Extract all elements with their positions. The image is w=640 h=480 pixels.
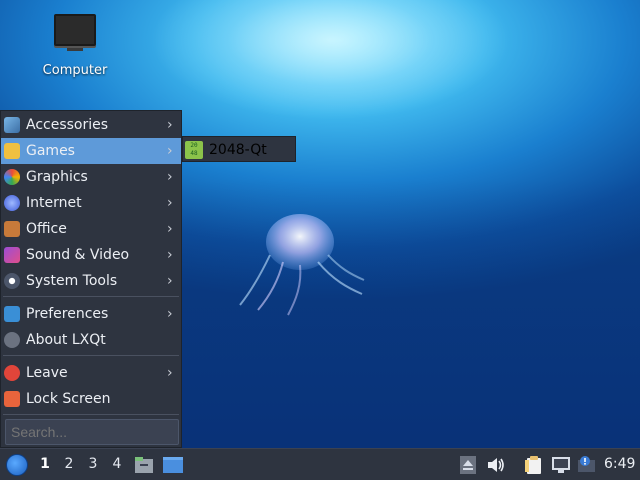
menu-item-accessories[interactable]: Accessories › [1, 112, 181, 138]
menu-item-label: Office [26, 221, 67, 237]
menu-item-label: Preferences [26, 306, 109, 322]
workspace-4-button[interactable]: 4 [109, 456, 125, 474]
preferences-icon [4, 306, 20, 322]
application-menu: Accessories › Games › Graphics › Interne… [0, 110, 182, 448]
network-icon[interactable] [551, 455, 571, 475]
main-menu-button[interactable] [6, 454, 28, 476]
menu-item-system-tools[interactable]: System Tools › [1, 268, 181, 294]
desktop-icon-label: Computer [42, 63, 108, 78]
internet-icon [4, 195, 20, 211]
menu-separator [3, 296, 179, 297]
computer-icon-stand [67, 48, 83, 51]
chevron-right-icon: › [167, 143, 173, 159]
menu-item-games[interactable]: Games › [1, 138, 181, 164]
menu-item-preferences[interactable]: Preferences › [1, 301, 181, 327]
taskbar: 1 2 3 4 6:49 [0, 448, 640, 480]
menu-item-label: About LXQt [26, 332, 106, 348]
menu-item-label: System Tools [26, 273, 118, 289]
chevron-right-icon: › [167, 117, 173, 133]
menu-item-internet[interactable]: Internet › [1, 190, 181, 216]
menu-item-label: Leave [26, 365, 68, 381]
menu-item-label: Lock Screen [26, 391, 111, 407]
menu-item-leave[interactable]: Leave › [1, 360, 181, 386]
file-manager-icon[interactable] [134, 455, 154, 475]
show-desktop-icon[interactable] [163, 455, 183, 475]
computer-icon [54, 14, 96, 46]
desktop-icon-computer[interactable]: Computer [32, 14, 118, 78]
chevron-right-icon: › [167, 169, 173, 185]
chevron-right-icon: › [167, 273, 173, 289]
update-notifier-icon[interactable] [577, 455, 597, 475]
clock[interactable]: 6:49 [604, 456, 635, 472]
menu-item-label: Internet [26, 195, 82, 211]
power-icon [4, 365, 20, 381]
games-icon [4, 143, 20, 159]
chevron-right-icon: › [167, 247, 173, 263]
jellyfish-wallpaper [239, 214, 365, 316]
games-submenu: 20 48 2048-Qt [182, 136, 296, 162]
menu-item-lock-screen[interactable]: Lock Screen [1, 386, 181, 412]
workspace-2-button[interactable]: 2 [61, 456, 77, 474]
menu-item-office[interactable]: Office › [1, 216, 181, 242]
menu-item-label: Graphics [26, 169, 88, 185]
menu-item-label: Games [26, 143, 75, 159]
menu-item-2048-qt[interactable]: 20 48 2048-Qt [183, 137, 295, 163]
menu-item-graphics[interactable]: Graphics › [1, 164, 181, 190]
chevron-right-icon: › [167, 221, 173, 237]
lock-icon [4, 391, 20, 407]
volume-icon[interactable] [486, 455, 506, 475]
2048-icon: 20 48 [185, 141, 203, 159]
chevron-right-icon: › [167, 306, 173, 322]
menu-separator [3, 355, 179, 356]
accessories-icon [4, 117, 20, 133]
sound-video-icon [4, 247, 20, 263]
menu-separator [3, 414, 179, 415]
workspace-1-button[interactable]: 1 [37, 456, 53, 474]
chevron-right-icon: › [167, 365, 173, 381]
menu-item-sound-video[interactable]: Sound & Video › [1, 242, 181, 268]
office-icon [4, 221, 20, 237]
menu-item-label: Sound & Video [26, 247, 130, 263]
workspace-3-button[interactable]: 3 [85, 456, 101, 474]
clipboard-icon[interactable] [524, 455, 544, 475]
system-tools-icon [4, 273, 20, 289]
graphics-icon [4, 169, 20, 185]
menu-item-label: Accessories [26, 117, 109, 133]
info-icon [4, 332, 20, 348]
menu-item-about-lxqt[interactable]: About LXQt [1, 327, 181, 353]
search-input[interactable] [5, 419, 179, 445]
eject-icon[interactable] [458, 455, 478, 475]
menu-item-label: 2048-Qt [209, 142, 267, 158]
chevron-right-icon: › [167, 195, 173, 211]
